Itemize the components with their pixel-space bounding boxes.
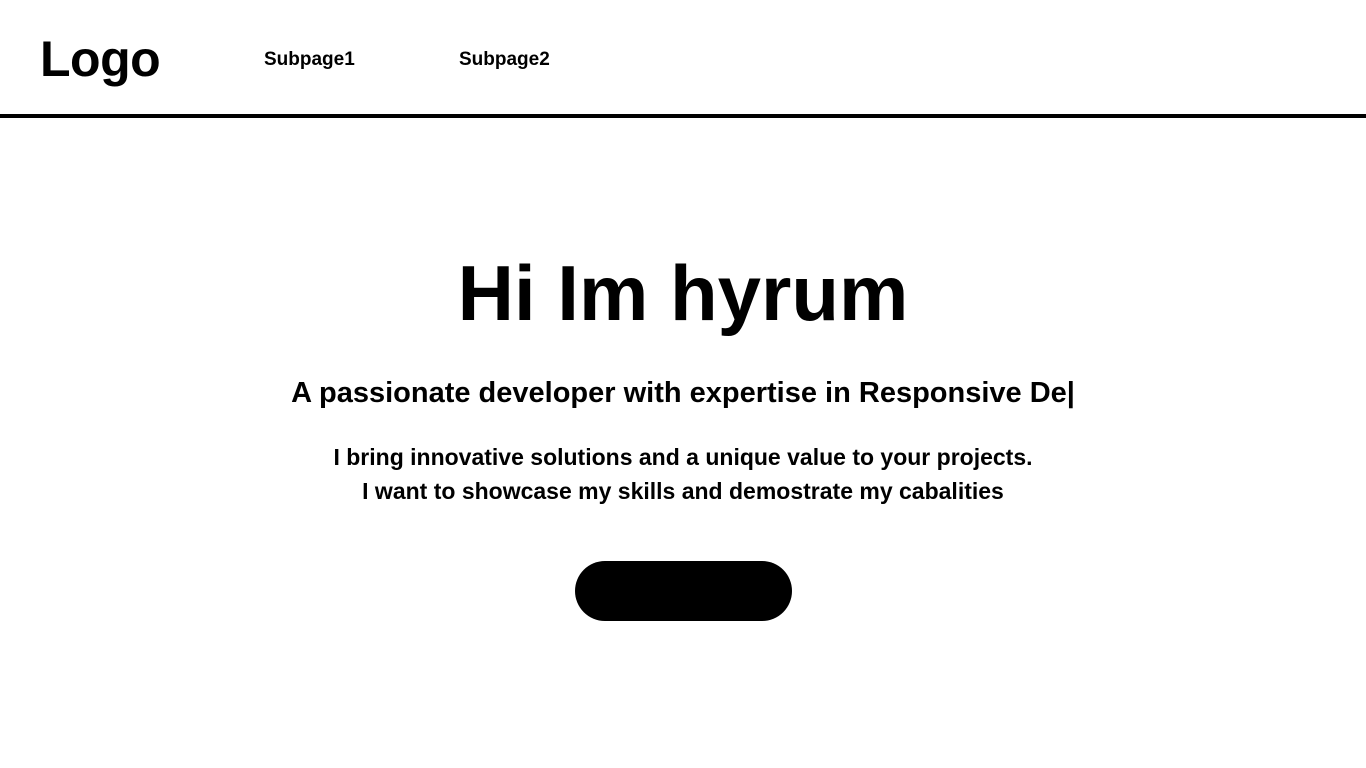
hero-description: I bring innovative solutions and a uniqu… bbox=[333, 444, 1033, 504]
hero-subtitle: A passionate developer with expertise in… bbox=[291, 377, 1075, 409]
logo[interactable]: Logo bbox=[40, 30, 161, 88]
nav-link-subpage2[interactable]: Subpage2 bbox=[459, 49, 550, 71]
cta-button[interactable] bbox=[575, 561, 792, 621]
site-header: Logo Subpage1 Subpage2 bbox=[0, 0, 1366, 118]
nav-link-subpage1[interactable]: Subpage1 bbox=[264, 49, 355, 71]
hero-title: Hi Im hyrum bbox=[457, 249, 909, 337]
